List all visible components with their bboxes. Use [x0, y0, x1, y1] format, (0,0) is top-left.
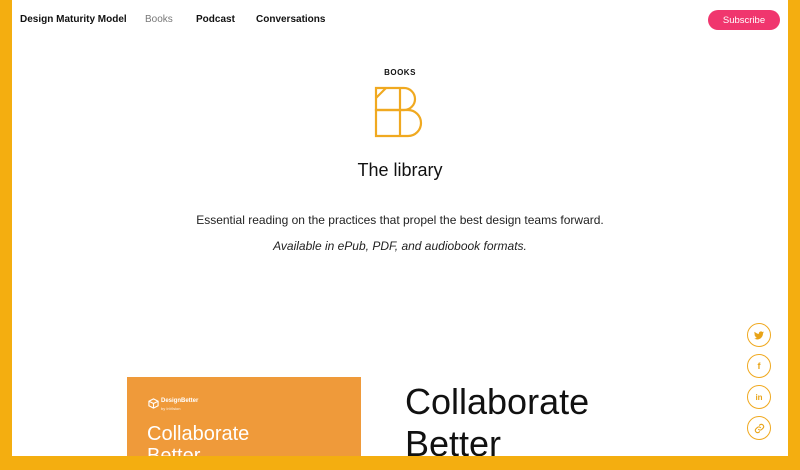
cover-brand: DesignBetter by InVision [161, 398, 198, 412]
subscribe-button[interactable]: Subscribe [708, 10, 780, 30]
page-description: Essential reading on the practices that … [196, 213, 604, 227]
cover-title-line2: Better [147, 445, 201, 456]
cover-title-line1: Collaborate [147, 423, 250, 445]
book-title-line2: Better [405, 423, 502, 456]
linkedin-share-button[interactable]: in [747, 385, 771, 409]
page-title: The library [357, 160, 443, 180]
copy-link-button[interactable] [747, 416, 771, 440]
book-title-line1: Collaborate [405, 381, 590, 422]
book-title[interactable]: Collaborate Better [405, 381, 589, 456]
designbetter-logo-icon [148, 398, 159, 409]
books-logo-icon [374, 86, 423, 138]
twitter-share-button[interactable] [747, 323, 771, 347]
formats-note: Available in ePub, PDF, and audiobook fo… [273, 239, 527, 253]
cover-title: Collaborate Better [147, 423, 249, 456]
cover-brand-name: DesignBetter [161, 398, 199, 404]
link-icon [754, 423, 764, 433]
facebook-share-button[interactable]: f [747, 354, 771, 378]
nav-item-podcast[interactable]: Podcast [196, 14, 235, 25]
nav-item-books[interactable]: Books [145, 14, 173, 25]
facebook-icon: f [757, 361, 761, 371]
twitter-icon [754, 330, 764, 339]
linkedin-icon: in [755, 392, 763, 402]
nav-brand-link[interactable]: Design Maturity Model [20, 14, 127, 25]
cover-brand-sub: by InVision [161, 406, 181, 411]
page: Design Maturity Model Books Podcast Conv… [12, 0, 788, 456]
top-nav: Design Maturity Model Books Podcast Conv… [12, 0, 788, 40]
nav-item-conversations[interactable]: Conversations [256, 14, 325, 25]
book-cover[interactable]: DesignBetter by InVision Collaborate Bet… [127, 377, 361, 456]
section-eyebrow: BOOKS [384, 68, 416, 77]
